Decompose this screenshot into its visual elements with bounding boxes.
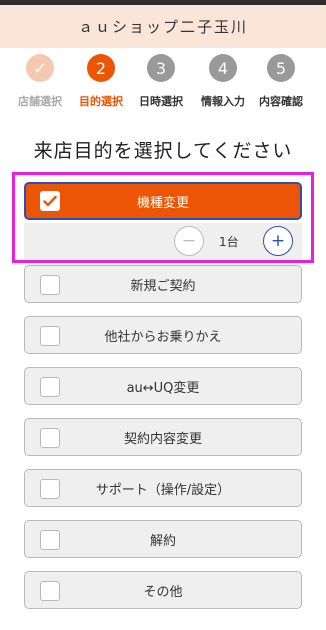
option-other[interactable]: その他 (24, 571, 302, 609)
checkbox[interactable] (40, 581, 60, 601)
option-label: au↔UQ変更 (126, 380, 200, 396)
option-label: サポート（操作/設定） (95, 482, 231, 498)
option-label: 解約 (149, 533, 176, 549)
checkbox[interactable] (40, 479, 60, 499)
checkbox[interactable] (40, 377, 60, 397)
option-label: 他社からお乗りかえ (104, 329, 222, 345)
checkbox[interactable] (40, 275, 60, 295)
checkbox[interactable] (40, 326, 60, 346)
option-label: 機種変更 (136, 195, 189, 211)
option-contract-change[interactable]: 契約内容変更 (24, 418, 302, 456)
option-label: 契約内容変更 (123, 431, 202, 447)
step-number: 2 (87, 54, 115, 82)
page-heading: 来店目的を選択してください (33, 140, 293, 162)
option-support[interactable]: サポート（操作/設定） (24, 469, 302, 507)
checkmark-icon (43, 195, 57, 207)
step-number: 3 (147, 54, 175, 82)
checkbox[interactable] (40, 428, 60, 448)
step-label: 店舗選択 (18, 95, 62, 108)
step-label: 日時選択 (139, 95, 183, 108)
shop-title: ａｕショップ二子玉川 (77, 18, 248, 36)
checkbox-checked[interactable] (40, 191, 60, 211)
quantity-value: 1台 (219, 235, 239, 249)
option-model-change[interactable]: 機種変更 (24, 182, 302, 220)
decrement-button[interactable]: − (174, 226, 204, 256)
option-label: 新規ご契約 (130, 278, 196, 294)
option-carrier-switch[interactable]: 他社からお乗りかえ (24, 316, 302, 354)
option-cancellation[interactable]: 解約 (24, 520, 302, 558)
quantity-stepper: − 1台 + (24, 223, 302, 259)
step-label: 内容確認 (259, 95, 303, 108)
step-number: 5 (267, 54, 295, 82)
shop-header: ａｕショップ二子玉川 (0, 5, 326, 48)
step-number: 4 (209, 54, 237, 82)
option-au-uq-change[interactable]: au↔UQ変更 (24, 367, 302, 405)
step-datetime-select: 3 日時選択 (126, 54, 196, 109)
checkbox[interactable] (40, 530, 60, 550)
option-new-contract[interactable]: 新規ご契約 (24, 265, 302, 303)
increment-button[interactable]: + (263, 226, 293, 256)
step-check-icon: ✓ (26, 54, 54, 82)
option-label: その他 (143, 584, 183, 600)
progress-steps: ✓ 店舗選択 2 目的選択 3 日時選択 4 情報入力 5 内容確認 (0, 54, 326, 122)
step-store-select: ✓ 店舗選択 (5, 54, 75, 109)
step-confirm: 5 内容確認 (246, 54, 316, 109)
